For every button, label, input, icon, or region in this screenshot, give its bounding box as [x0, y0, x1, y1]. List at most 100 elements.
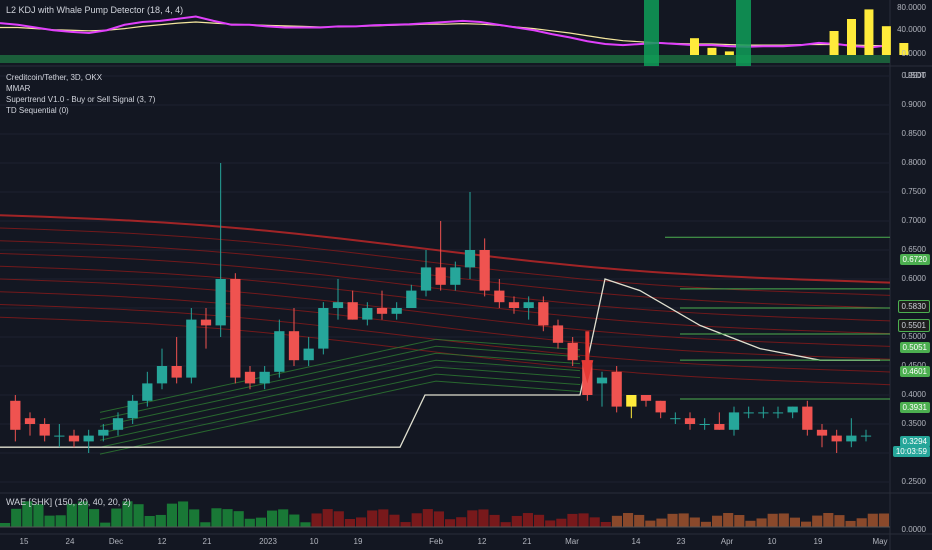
- level-badge-05830: 0.5830: [897, 300, 930, 313]
- candle-body: [376, 308, 388, 314]
- level-badge-05501: 0.5501: [897, 319, 930, 332]
- wae-histogram-bar: [645, 520, 656, 527]
- chart-canvas[interactable]: [0, 0, 932, 550]
- time-axis-label: 21: [202, 537, 212, 546]
- wae-histogram-bar: [367, 510, 378, 527]
- candle-body: [303, 348, 314, 361]
- kdj-scale-40: 40.0000: [897, 25, 926, 34]
- candle-body: [10, 400, 21, 430]
- wae-histogram-bar: [200, 522, 211, 527]
- wae-histogram-bar: [255, 517, 266, 527]
- wae-histogram-bar: [211, 508, 222, 527]
- wae-histogram-bar: [700, 521, 711, 527]
- symbol-title[interactable]: Creditcoin/Tether, 3D, OKX: [6, 73, 102, 82]
- kdj-scale-0: 0.0000: [901, 49, 926, 58]
- wae-histogram-bar: [456, 517, 467, 527]
- wae-histogram-bar: [712, 515, 723, 527]
- wae-histogram-bar: [834, 515, 845, 527]
- wae-histogram-bar: [33, 504, 44, 527]
- price-scale-label: 0.4000: [901, 390, 926, 399]
- candle-body: [39, 424, 50, 436]
- wae-histogram-bar: [611, 515, 622, 527]
- wae-histogram-bar: [155, 514, 166, 527]
- whale-pump-bar: [690, 38, 699, 55]
- candle-body: [98, 429, 109, 436]
- candle-body: [523, 302, 534, 308]
- candle-body: [318, 308, 329, 349]
- indicator-supertrend-label[interactable]: Supertrend V1.0 - Buy or Sell Signal (3,…: [6, 95, 155, 104]
- whale-signal-bar: [644, 0, 659, 66]
- wae-histogram-bar: [278, 509, 289, 527]
- time-axis-label: 10: [309, 537, 319, 546]
- price-scale-label: 0.8000: [901, 158, 926, 167]
- level-badge-03931: 0.3931: [899, 402, 930, 413]
- candle-body: [611, 371, 622, 407]
- wae-histogram-bar: [745, 520, 756, 527]
- wae-histogram-bar: [433, 511, 444, 527]
- candle-body: [142, 383, 153, 401]
- whale-signal-bar: [736, 0, 751, 66]
- candle-body: [816, 429, 828, 436]
- time-axis-label: 12: [477, 537, 487, 546]
- wae-histogram-bar: [267, 510, 278, 527]
- kdj-scale-80: 80.0000: [897, 3, 926, 12]
- wae-histogram-bar: [667, 513, 678, 527]
- candle-body: [156, 366, 168, 384]
- wae-histogram-bar: [244, 518, 255, 527]
- whale-pump-bar: [864, 9, 874, 55]
- price-scale-label: 0.9000: [901, 100, 926, 109]
- wae-histogram-bar: [422, 509, 433, 527]
- mmar-ribbon-line: [0, 227, 891, 296]
- level-badge-0672: 0.6720: [899, 254, 930, 265]
- time-axis-label: 24: [65, 537, 75, 546]
- time-axis-label: 12: [157, 537, 167, 546]
- wae-histogram-bar: [411, 513, 422, 527]
- candle-body: [450, 267, 461, 285]
- candle-body: [200, 319, 212, 326]
- wae-histogram-bar: [656, 518, 667, 527]
- candle-body: [230, 279, 241, 378]
- wae-histogram-bar: [522, 513, 533, 527]
- candle-body: [479, 250, 490, 291]
- candle-body: [772, 412, 784, 414]
- candle-body: [831, 435, 842, 442]
- price-scale-label: 0.3500: [901, 419, 926, 428]
- candle-body: [640, 395, 652, 401]
- wae-histogram-bar: [233, 511, 244, 527]
- mmar-green-ribbon: [99, 352, 581, 427]
- wae-histogram-bar: [812, 515, 823, 527]
- time-axis-label: Dec: [108, 537, 124, 546]
- wae-histogram-bar: [100, 522, 111, 527]
- price-scale-label: 0.5000: [901, 332, 926, 341]
- candle-body: [406, 290, 417, 308]
- wae-histogram-bar: [344, 518, 355, 527]
- wae-histogram-bar: [734, 515, 745, 527]
- wae-indicator-title: WAE [SHK] (150, 20, 40, 20, 2): [6, 497, 131, 507]
- wae-histogram-bar: [333, 511, 344, 527]
- wae-histogram-bar: [534, 514, 545, 527]
- wae-histogram-bar: [44, 515, 55, 527]
- candle-body: [435, 267, 446, 285]
- wae-histogram-bar: [867, 513, 878, 527]
- wae-histogram-bar: [545, 520, 556, 527]
- wae-histogram-bar: [634, 514, 645, 527]
- wae-histogram-bar: [689, 517, 700, 527]
- wae-histogram-bar: [778, 513, 789, 527]
- indicator-mmar-label[interactable]: MMAR: [6, 84, 30, 93]
- candle-body: [332, 302, 344, 308]
- wae-histogram-bar: [845, 520, 856, 527]
- wae-histogram-bar: [111, 508, 122, 527]
- wae-histogram-bar: [500, 522, 511, 527]
- wae-histogram-bar: [289, 514, 300, 527]
- wae-histogram-bar: [311, 513, 322, 527]
- wae-histogram-bar: [578, 513, 589, 527]
- candle-body: [464, 250, 476, 268]
- level-badge-05051: 0.5051: [899, 342, 930, 353]
- wae-histogram-bar: [400, 522, 411, 527]
- candle-body: [743, 412, 754, 414]
- time-axis-label: Feb: [429, 537, 443, 546]
- wae-histogram-bar: [823, 513, 834, 527]
- candle-body: [758, 412, 769, 414]
- indicator-td-sequential-label[interactable]: TD Sequential (0): [6, 106, 69, 115]
- candle-body: [699, 424, 710, 425]
